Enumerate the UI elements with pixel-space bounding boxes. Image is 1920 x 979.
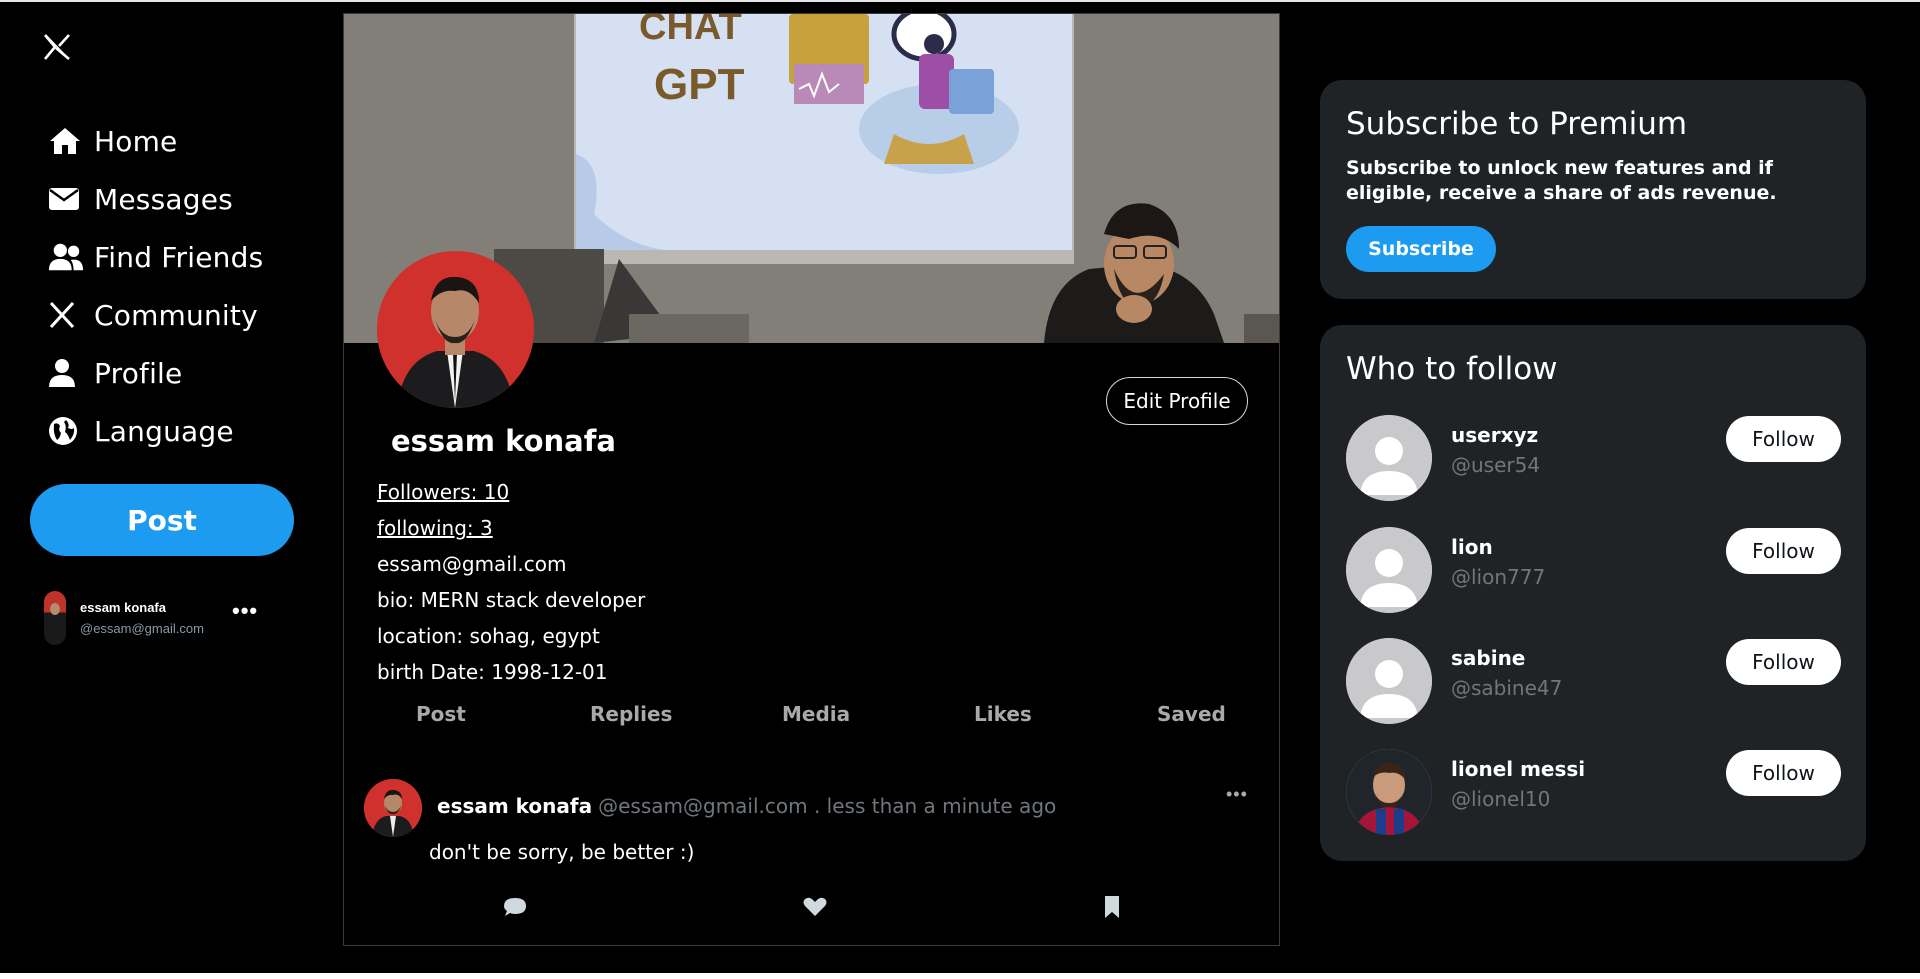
profile-location: location: sohag, egypt: [377, 624, 600, 648]
followers-link[interactable]: Followers: 10: [377, 474, 645, 510]
post-item: essam konafa @essam@gmail.com . less than…: [344, 774, 1279, 944]
post-author[interactable]: essam konafa: [437, 794, 592, 818]
cover-text-chat: CHAT: [639, 14, 742, 48]
post-actions: [344, 894, 1279, 924]
avatar[interactable]: [1346, 415, 1432, 501]
account-name: essam konafa: [80, 600, 166, 615]
account-switcher[interactable]: essam konafa @essam@gmail.com •••: [44, 590, 314, 646]
follow-button[interactable]: Follow: [1726, 528, 1841, 574]
envelope-icon: [48, 183, 84, 215]
tab-replies[interactable]: Replies: [590, 702, 672, 726]
nav-community[interactable]: Community: [48, 286, 263, 344]
post-text: don't be sorry, be better :): [429, 840, 695, 864]
cover-text-gpt: GPT: [654, 60, 745, 109]
follow-user-handle: @sabine47: [1451, 676, 1563, 700]
post-meta: @essam@gmail.com . less than a minute ag…: [598, 794, 1057, 818]
follow-button[interactable]: Follow: [1726, 416, 1841, 462]
comment-icon[interactable]: [502, 894, 528, 920]
main-nav: Home Messages Find Friends Community Pro…: [48, 112, 263, 460]
tab-post[interactable]: Post: [416, 702, 466, 726]
list-item: userxyz @user54 Follow: [1346, 415, 1841, 501]
profile-tabs: Post Replies Media Likes Saved: [344, 702, 1279, 750]
who-to-follow-title: Who to follow: [1346, 351, 1558, 387]
premium-title: Subscribe to Premium: [1346, 106, 1688, 142]
users-icon: [48, 241, 84, 273]
nav-language-label: Language: [94, 414, 234, 448]
edit-profile-button[interactable]: Edit Profile: [1106, 377, 1248, 425]
follow-user-handle: @user54: [1451, 453, 1541, 477]
avatar: [44, 591, 66, 645]
tab-saved[interactable]: Saved: [1157, 702, 1226, 726]
profile-bio: bio: MERN stack developer: [377, 588, 646, 612]
x-icon: [48, 299, 84, 331]
nav-messages[interactable]: Messages: [48, 170, 263, 228]
tab-media[interactable]: Media: [782, 702, 850, 726]
following-link[interactable]: following: 3: [377, 510, 645, 546]
profile-column: CHAT GPT Edit Profile essam konafa Follo…: [343, 13, 1280, 946]
avatar[interactable]: [1346, 527, 1432, 613]
more-icon[interactable]: •••: [232, 598, 258, 624]
follow-user-name[interactable]: userxyz: [1451, 423, 1538, 447]
profile-avatar[interactable]: [377, 251, 534, 408]
follow-button[interactable]: Follow: [1726, 639, 1841, 685]
list-item: lionel messi @lionel10 Follow: [1346, 749, 1841, 835]
account-text: essam konafa @essam@gmail.com: [80, 600, 204, 636]
nav-find-friends-label: Find Friends: [94, 240, 264, 274]
profile-info: Followers: 10 following: 3 essam@gmail.c…: [377, 474, 645, 690]
nav-messages-label: Messages: [94, 182, 233, 216]
list-item: lion @lion777 Follow: [1346, 527, 1841, 613]
follow-user-name[interactable]: lion: [1451, 535, 1493, 559]
tab-likes[interactable]: Likes: [974, 702, 1032, 726]
x-logo-icon[interactable]: [42, 32, 72, 62]
follow-user-handle: @lionel10: [1451, 787, 1551, 811]
home-icon: [48, 125, 84, 157]
subscribe-button[interactable]: Subscribe: [1346, 226, 1496, 272]
more-icon[interactable]: •••: [1226, 784, 1248, 805]
profile-name: essam konafa: [391, 424, 616, 458]
nav-home-label: Home: [94, 124, 178, 158]
profile-email: essam@gmail.com: [377, 552, 567, 576]
account-handle: @essam@gmail.com: [80, 621, 204, 636]
follow-user-name[interactable]: lionel messi: [1451, 757, 1585, 781]
post-header: essam konafa @essam@gmail.com . less than…: [437, 794, 1056, 818]
nav-language[interactable]: Language: [48, 402, 263, 460]
follow-user-name[interactable]: sabine: [1451, 646, 1525, 670]
nav-find-friends[interactable]: Find Friends: [48, 228, 263, 286]
post-avatar[interactable]: [364, 779, 422, 837]
sidebar: Home Messages Find Friends Community Pro…: [0, 0, 330, 973]
list-item: sabine @sabine47 Follow: [1346, 638, 1841, 724]
avatar[interactable]: [1346, 638, 1432, 724]
heart-icon[interactable]: [802, 894, 828, 920]
bookmark-icon[interactable]: [1099, 894, 1125, 920]
user-icon: [48, 357, 84, 389]
globe-icon: [48, 415, 84, 447]
post-button[interactable]: Post: [30, 484, 294, 556]
nav-profile[interactable]: Profile: [48, 344, 263, 402]
profile-birth-date: birth Date: 1998-12-01: [377, 660, 608, 684]
follow-button[interactable]: Follow: [1726, 750, 1841, 796]
nav-profile-label: Profile: [94, 356, 183, 390]
follow-user-handle: @lion777: [1451, 565, 1546, 589]
avatar[interactable]: [1346, 749, 1432, 835]
window-bottom-edge: [0, 973, 1920, 979]
premium-card: Subscribe to Premium Subscribe to unlock…: [1320, 80, 1866, 299]
nav-home[interactable]: Home: [48, 112, 263, 170]
who-to-follow-card: Who to follow userxyz @user54 Follow lio…: [1320, 325, 1866, 861]
premium-description: Subscribe to unlock new features and if …: [1346, 157, 1777, 204]
nav-community-label: Community: [94, 298, 258, 332]
